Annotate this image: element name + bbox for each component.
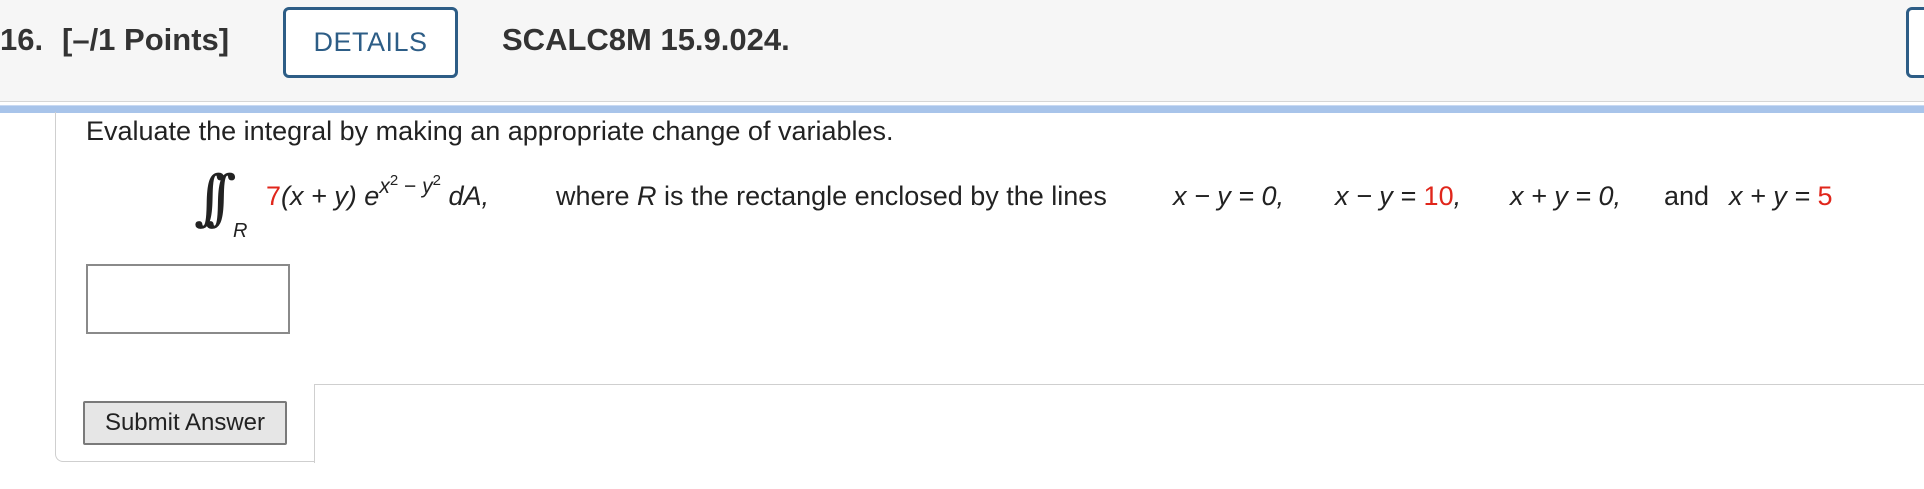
answer-input[interactable] [86, 264, 290, 334]
line2-comma: , [1453, 181, 1462, 211]
page: 16. [–/1 Points] DETAILS SCALC8M 15.9.02… [0, 0, 1924, 489]
exponent-square-2: 2 [432, 172, 441, 189]
region-description: where R is the rectangle enclosed by the… [556, 181, 1107, 212]
problem-instruction: Evaluate the integral by making an appro… [86, 116, 894, 146]
boundary-line-4: x + y = 5 [1729, 181, 1833, 212]
exponent-minus: − [398, 175, 423, 198]
integrand-exponent: x2 − y2 [379, 172, 441, 198]
and-text: and [1664, 181, 1710, 211]
card-footer-region [314, 384, 1924, 463]
exponent-y: y [422, 175, 433, 198]
boundary-line-3: x + y = 0, [1510, 181, 1622, 211]
integrand-coefficient: 7 [266, 181, 282, 211]
details-button[interactable]: DETAILS [283, 7, 458, 78]
problem-code: SCALC8M 15.9.024. [502, 22, 790, 57]
line4-lhs: x + y = [1729, 181, 1818, 211]
exponent-square-1: 2 [389, 172, 399, 189]
submit-answer-button[interactable]: Submit Answer [83, 401, 287, 445]
where-text: where [556, 181, 638, 211]
header-right-button[interactable] [1906, 7, 1924, 78]
integral-region-subscript: R [233, 220, 248, 242]
question-header: 16. [–/1 Points] DETAILS SCALC8M 15.9.02… [0, 0, 1924, 102]
question-number: 16. [0, 22, 44, 57]
integrand-differential: dA, [440, 181, 489, 211]
integrand: 7(x + y) ex2 − y2 dA, [266, 172, 489, 212]
line2-value: 10 [1423, 181, 1454, 211]
line4-value: 5 [1817, 181, 1833, 211]
boundary-line-2: x − y = 10, [1335, 181, 1461, 212]
where-description: is the rectangle enclosed by the lines [656, 181, 1107, 211]
line2-lhs: x − y = [1335, 181, 1424, 211]
where-region-R: R [637, 181, 657, 211]
exponent-x: x [379, 175, 390, 198]
question-points: [–/1 Points] [62, 22, 230, 57]
double-integral-sign: ∫∫ [194, 163, 236, 233]
boundary-line-1: x − y = 0, [1173, 181, 1285, 211]
integrand-factor: (x + y) e [281, 181, 380, 211]
